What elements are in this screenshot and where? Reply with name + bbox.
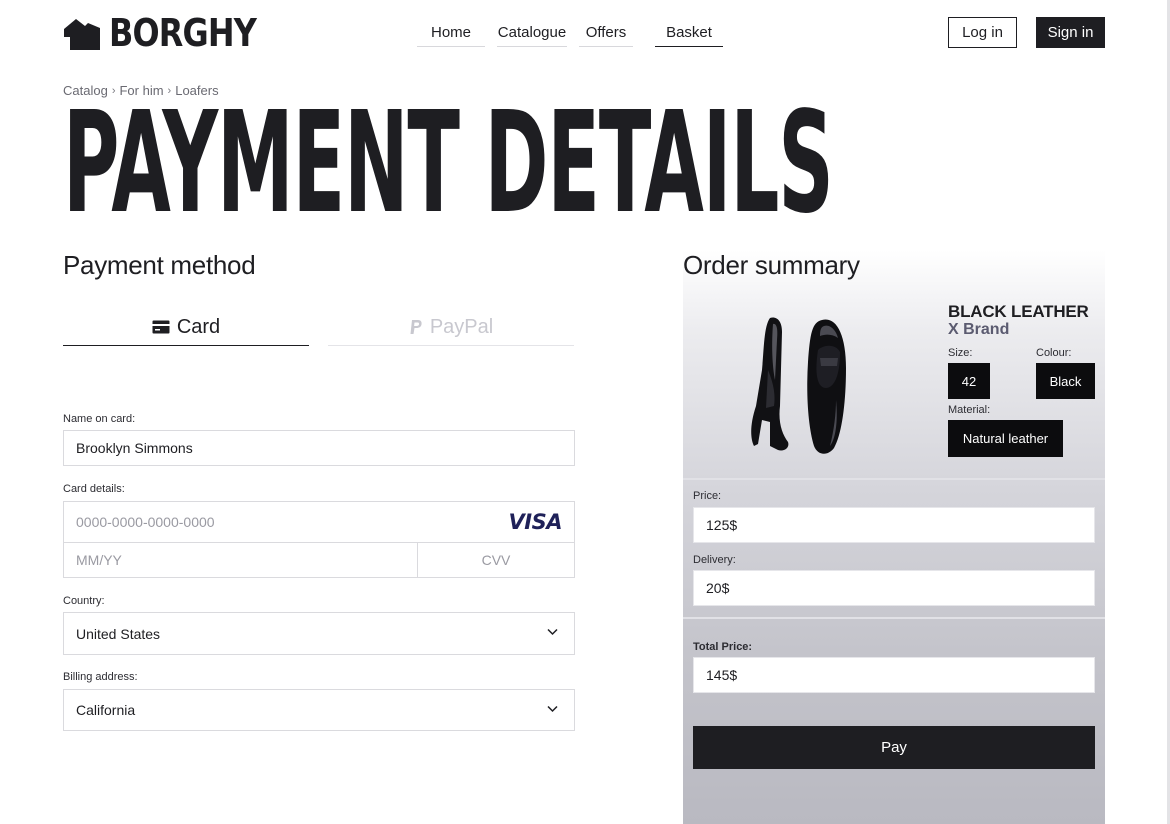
brand-logo[interactable]: BORGHY	[63, 14, 284, 52]
billing-address-value: California	[76, 702, 136, 718]
chevron-down-icon	[547, 628, 558, 636]
paypal-icon	[410, 320, 422, 334]
material-chip[interactable]: Natural leather	[948, 420, 1063, 457]
expiry-input[interactable]: MM/YY	[64, 543, 418, 577]
signin-button[interactable]: Sign in	[1036, 17, 1105, 48]
card-number-input[interactable]: 0000-0000-0000-0000 VISA	[64, 502, 574, 543]
size-label: Size:	[948, 347, 973, 359]
tab-paypal[interactable]: PayPal	[328, 309, 574, 346]
country-select[interactable]: United States	[63, 612, 575, 655]
product-name: BLACK LEATHER	[948, 302, 1089, 321]
name-on-card-label: Name on card:	[63, 413, 136, 425]
nav-home[interactable]: Home	[417, 18, 485, 47]
cvv-placeholder: CVV	[481, 552, 511, 568]
divider	[683, 478, 1105, 480]
billing-address-select[interactable]: California	[63, 689, 575, 731]
delivery-field: 20$	[693, 570, 1095, 606]
price-label: Price:	[693, 490, 722, 502]
tab-paypal-label: PayPal	[429, 315, 494, 338]
nav-offers[interactable]: Offers	[579, 18, 633, 47]
total-price-value: 145$	[706, 667, 738, 683]
nav-basket[interactable]: Basket	[655, 18, 723, 47]
chevron-down-icon	[547, 705, 558, 713]
expiry-placeholder: MM/YY	[76, 552, 122, 568]
shoe-logo-icon	[64, 19, 100, 50]
payment-method-heading: Payment method	[63, 250, 256, 280]
size-chip[interactable]: 42	[948, 363, 990, 399]
total-price-label: Total Price:	[693, 641, 753, 653]
card-details-group: 0000-0000-0000-0000 VISA MM/YY CVV	[63, 501, 575, 578]
cvv-input[interactable]: CVV	[418, 543, 574, 577]
colour-chip[interactable]: Black	[1036, 363, 1095, 399]
name-on-card-input[interactable]: Brooklyn Simmons	[63, 430, 575, 466]
card-number-placeholder: 0000-0000-0000-0000	[76, 514, 215, 530]
total-price-field: 145$	[693, 657, 1095, 693]
visa-logo-icon: VISA	[508, 510, 563, 534]
billing-address-label: Billing address:	[63, 671, 138, 683]
price-value: 125$	[706, 517, 738, 533]
name-on-card-value: Brooklyn Simmons	[76, 440, 193, 456]
material-label: Material:	[948, 404, 991, 416]
delivery-value: 20$	[706, 580, 730, 596]
login-button[interactable]: Log in	[948, 17, 1017, 48]
tab-card-label: Card	[176, 315, 221, 338]
divider	[683, 617, 1105, 619]
country-value: United States	[76, 625, 161, 642]
credit-card-icon	[152, 320, 170, 334]
country-label: Country:	[63, 595, 105, 607]
page-title: PAYMENT DETAILS	[63, 82, 834, 245]
product-brand[interactable]: X Brand	[948, 321, 1009, 339]
brand-name: BORGHY	[109, 11, 257, 55]
nav-catalogue[interactable]: Catalogue	[497, 18, 567, 47]
colour-label: Colour:	[1036, 347, 1072, 359]
card-details-label: Card details:	[63, 483, 125, 495]
tab-card[interactable]: Card	[63, 309, 309, 346]
loafers-image	[751, 317, 846, 454]
price-field: 125$	[693, 507, 1095, 543]
delivery-label: Delivery:	[693, 554, 736, 566]
order-summary-heading: Order summary	[683, 250, 860, 280]
main-nav: Home Catalogue Offers Basket	[417, 18, 735, 47]
pay-button[interactable]: Pay	[693, 726, 1095, 769]
